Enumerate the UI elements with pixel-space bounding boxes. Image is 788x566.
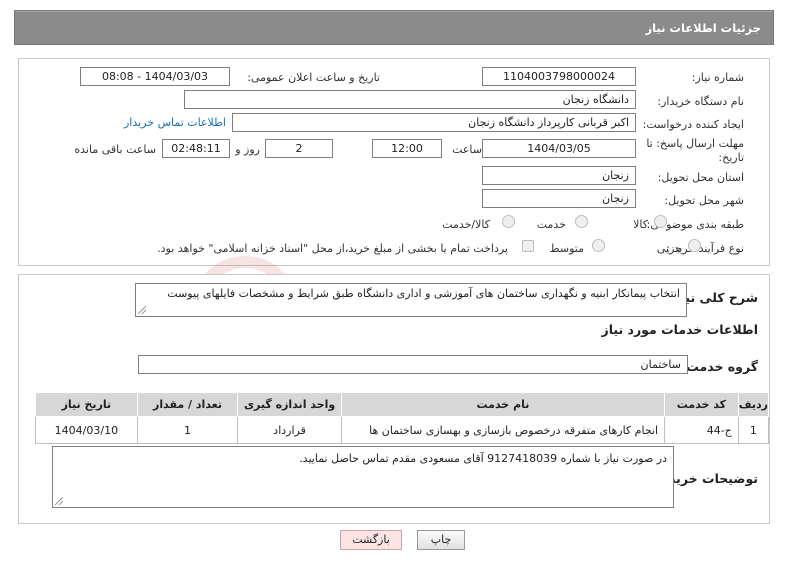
cell-unit: قرارداد — [237, 416, 342, 444]
col-code-header: کد خدمت — [664, 392, 739, 417]
need-number-label: شماره نیاز: — [691, 71, 744, 84]
announce-field[interactable]: 1404/03/03 - 08:08 — [80, 67, 230, 86]
cell-qty: 1 — [136, 416, 239, 444]
resize-grip-icon[interactable] — [138, 306, 146, 314]
province-label: استان محل تحویل: — [657, 171, 744, 184]
buyer-org-field[interactable]: دانشگاه زنجان — [184, 90, 636, 109]
cell-date: 1404/03/10 — [35, 416, 138, 444]
city-label: شهر محل تحویل: — [664, 194, 744, 207]
summary-textarea[interactable]: انتخاب پیمانکار ابنیه و نگهداری ساختمان … — [135, 283, 687, 317]
deadline-label: مهلت ارسال پاسخ: تا — [646, 137, 744, 150]
print-button[interactable]: چاپ — [417, 530, 465, 550]
payment-note: پرداخت تمام یا بخشی از مبلغ خرید،از محل … — [157, 242, 508, 255]
city-field[interactable]: زنجان — [482, 189, 636, 208]
col-unit-header: واحد اندازه گیری — [237, 392, 342, 417]
time-label: ساعت — [452, 143, 482, 156]
process-minor-label: جزیی — [656, 242, 682, 255]
deadline-label-date: تاریخ: — [718, 151, 744, 164]
category-goods-label: کالا — [633, 218, 648, 231]
cell-row: 1 — [737, 416, 770, 444]
buyer-contact-link[interactable]: اطلاعات تماس خریدار — [124, 116, 226, 129]
need-number-field[interactable]: 1104003798000024 — [482, 67, 636, 86]
services-section-title: اطلاعات خدمات مورد نیاز — [601, 322, 759, 337]
remaining-time-field[interactable]: 02:48:11 — [162, 139, 230, 158]
col-row-header: ردیف — [737, 392, 770, 417]
province-field[interactable]: زنجان — [482, 166, 636, 185]
col-qty-header: تعداد / مقدار — [136, 392, 239, 417]
buyer-notes-text: در صورت نیاز با شماره 9127418039 آقای مس… — [299, 452, 667, 465]
table-header-row: ردیف کد خدمت نام خدمت واحد اندازه گیری ت… — [35, 392, 770, 417]
services-table: ردیف کد خدمت نام خدمت واحد اندازه گیری ت… — [35, 392, 770, 444]
category-service-label: خدمت — [536, 218, 566, 231]
announce-label: تاریخ و ساعت اعلان عمومی: — [247, 71, 380, 84]
page-title: جزئیات اطلاعات نیاز — [645, 21, 761, 35]
process-minor-radio[interactable] — [688, 239, 701, 252]
col-date-header: تاریخ نیاز — [35, 392, 138, 417]
category-both-label: کالا/خدمت — [442, 218, 490, 231]
buyer-notes-textarea[interactable]: در صورت نیاز با شماره 9127418039 آقای مس… — [52, 446, 674, 508]
treasury-checkbox[interactable] — [522, 240, 534, 252]
remaining-label: ساعت باقی مانده — [74, 143, 156, 156]
col-name-header: نام خدمت — [340, 392, 666, 417]
table-row[interactable]: 1 ج-44 انجام کارهای متفرقه درخصوص بازساز… — [35, 416, 770, 444]
category-goods-radio[interactable] — [654, 215, 667, 228]
page-header: جزئیات اطلاعات نیاز — [14, 10, 774, 45]
process-medium-radio[interactable] — [592, 239, 605, 252]
cell-code: ج-44 — [664, 416, 739, 444]
creator-label: ایجاد کننده درخواست: — [642, 118, 744, 131]
category-both-radio[interactable] — [502, 215, 515, 228]
service-group-label: گروه خدمت: — [681, 359, 758, 374]
deadline-time-field[interactable]: 12:00 — [372, 139, 442, 158]
days-label: روز و — [235, 143, 260, 156]
process-medium-label: متوسط — [549, 242, 584, 255]
resize-grip-icon[interactable] — [55, 497, 63, 505]
creator-field[interactable]: اکبر قربانی کارپرداز دانشگاه زنجان — [232, 113, 636, 132]
summary-text: انتخاب پیمانکار ابنیه و نگهداری ساختمان … — [167, 287, 680, 300]
category-service-radio[interactable] — [575, 215, 588, 228]
cell-name: انجام کارهای متفرقه درخصوص بازسازی و بهس… — [340, 416, 666, 444]
service-group-field[interactable]: ساختمان — [138, 355, 688, 374]
days-field[interactable]: 2 — [265, 139, 333, 158]
buyer-org-label: نام دستگاه خریدار: — [657, 95, 744, 108]
deadline-date-field[interactable]: 1404/03/05 — [482, 139, 636, 158]
back-button[interactable]: بازگشت — [340, 530, 402, 550]
